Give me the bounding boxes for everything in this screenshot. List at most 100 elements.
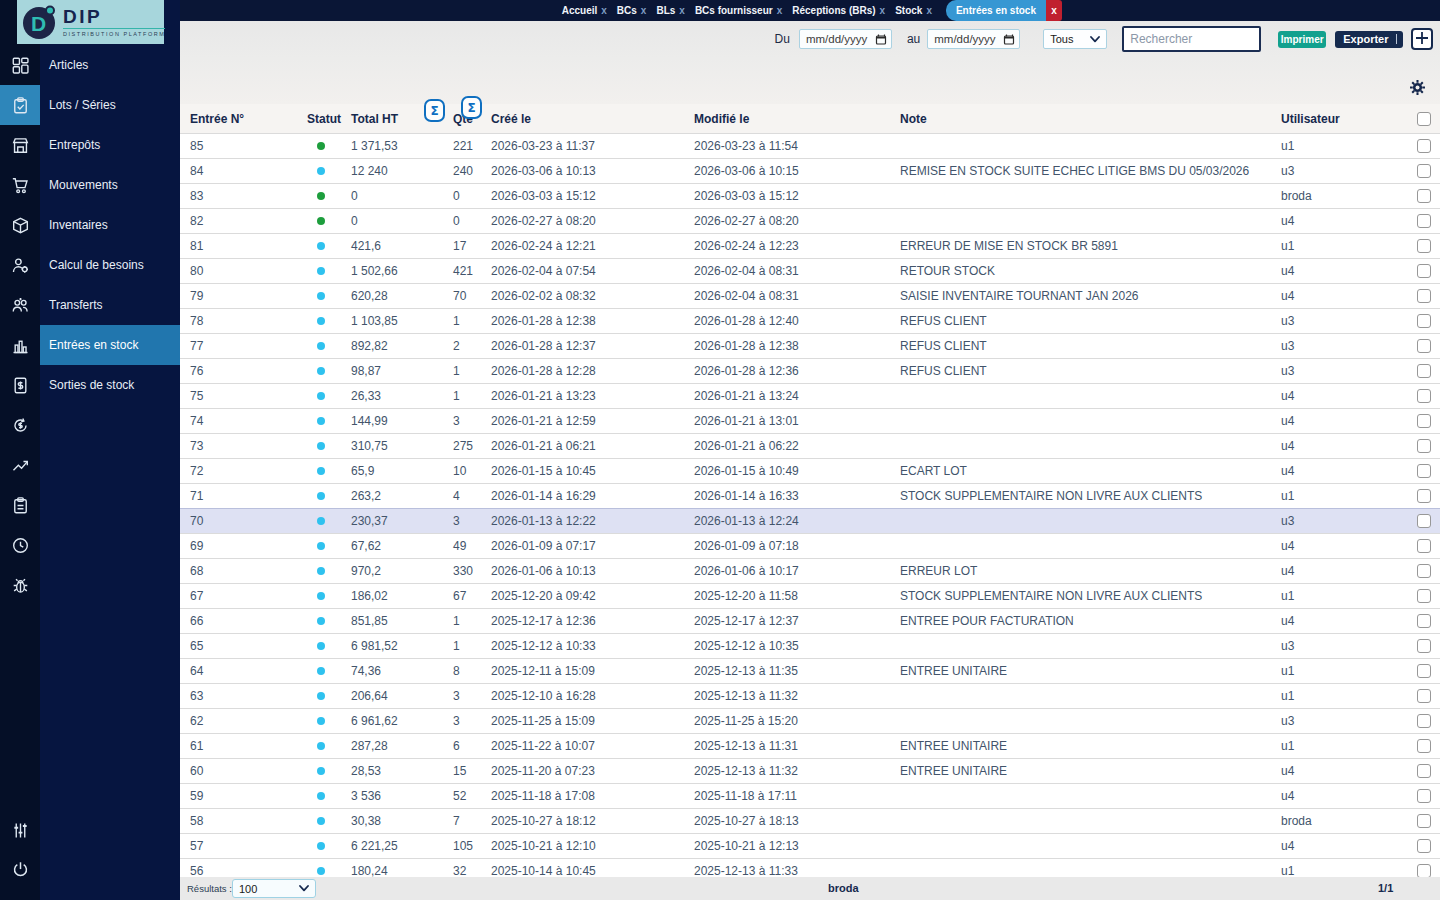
rail-clock[interactable] bbox=[0, 525, 40, 565]
sidebar-item-calcul-de-besoins[interactable]: Calcul de besoins bbox=[40, 245, 180, 285]
tab-close-icon[interactable]: x bbox=[641, 5, 647, 16]
row-checkbox[interactable] bbox=[1417, 314, 1431, 328]
table-row[interactable]: 5830,3872025-10-27 à 18:122025-10-27 à 1… bbox=[180, 808, 1440, 833]
sidebar-item-mouvements[interactable]: Mouvements bbox=[40, 165, 180, 205]
table-row[interactable]: 82002026-02-27 à 08:202026-02-27 à 08:20… bbox=[180, 208, 1440, 233]
row-checkbox[interactable] bbox=[1417, 514, 1431, 528]
row-checkbox[interactable] bbox=[1417, 264, 1431, 278]
rail-sliders[interactable] bbox=[0, 810, 40, 850]
rail-bar-chart[interactable] bbox=[0, 325, 40, 365]
table-row[interactable]: 626 961,6232025-11-25 à 15:092025-11-25 … bbox=[180, 708, 1440, 733]
tab-close-icon[interactable]: x bbox=[1046, 0, 1062, 21]
row-checkbox[interactable] bbox=[1417, 564, 1431, 578]
row-checkbox[interactable] bbox=[1417, 439, 1431, 453]
row-checkbox[interactable] bbox=[1417, 839, 1431, 853]
row-checkbox[interactable] bbox=[1417, 639, 1431, 653]
rail-bug[interactable] bbox=[0, 565, 40, 605]
tab-2[interactable]: BLs bbox=[656, 5, 675, 16]
row-checkbox[interactable] bbox=[1417, 614, 1431, 628]
table-row[interactable]: 6967,62492026-01-09 à 07:172026-01-09 à … bbox=[180, 533, 1440, 558]
sum-total-button[interactable]: Σ bbox=[424, 99, 445, 122]
rail-warehouse[interactable] bbox=[0, 125, 40, 165]
column-header[interactable]: Note bbox=[900, 112, 1281, 126]
sidebar-item-transferts[interactable]: Transferts bbox=[40, 285, 180, 325]
table-row[interactable]: 68970,23302026-01-06 à 10:132026-01-06 à… bbox=[180, 558, 1440, 583]
row-checkbox[interactable] bbox=[1417, 739, 1431, 753]
table-row[interactable]: 7698,8712026-01-28 à 12:282026-01-28 à 1… bbox=[180, 358, 1440, 383]
row-checkbox[interactable] bbox=[1417, 589, 1431, 603]
row-checkbox[interactable] bbox=[1417, 464, 1431, 478]
row-checkbox[interactable] bbox=[1417, 789, 1431, 803]
row-checkbox[interactable] bbox=[1417, 814, 1431, 828]
table-row[interactable]: 7526,3312026-01-21 à 13:232026-01-21 à 1… bbox=[180, 383, 1440, 408]
rail-user-gear[interactable] bbox=[0, 245, 40, 285]
sum-qty-button[interactable]: Σ bbox=[461, 96, 482, 119]
search-input[interactable] bbox=[1122, 26, 1261, 52]
tab-active[interactable]: Entrées en stock bbox=[946, 0, 1046, 21]
rail-report-clipboard[interactable] bbox=[0, 485, 40, 525]
tab-close-icon[interactable]: x bbox=[679, 5, 685, 16]
tab-3[interactable]: BCs fournisseur bbox=[695, 5, 773, 16]
table-row[interactable]: 83002026-03-03 à 15:122026-03-03 à 15:12… bbox=[180, 183, 1440, 208]
tab-close-icon[interactable]: x bbox=[601, 5, 607, 16]
rail-package[interactable] bbox=[0, 205, 40, 245]
tab-5[interactable]: Stock bbox=[895, 5, 922, 16]
row-checkbox[interactable] bbox=[1417, 339, 1431, 353]
column-header[interactable]: Modifié le bbox=[694, 112, 900, 126]
select-all-checkbox[interactable] bbox=[1417, 112, 1431, 126]
tab-close-icon[interactable]: x bbox=[880, 5, 886, 16]
rail-clipboard-check[interactable] bbox=[0, 85, 40, 125]
row-checkbox[interactable] bbox=[1417, 714, 1431, 728]
table-row[interactable]: 63206,6432025-12-10 à 16:282025-12-13 à … bbox=[180, 683, 1440, 708]
rail-invoice-dollar[interactable] bbox=[0, 365, 40, 405]
row-checkbox[interactable] bbox=[1417, 539, 1431, 553]
rail-trend-line[interactable] bbox=[0, 445, 40, 485]
row-checkbox[interactable] bbox=[1417, 239, 1431, 253]
table-row[interactable]: 593 536522025-11-18 à 17:082025-11-18 à … bbox=[180, 783, 1440, 808]
sidebar-item-sorties-de-stock[interactable]: Sorties de stock bbox=[40, 365, 180, 405]
row-checkbox[interactable] bbox=[1417, 764, 1431, 778]
add-entry-button[interactable] bbox=[1411, 28, 1433, 50]
column-header[interactable]: Utilisateur bbox=[1281, 112, 1411, 126]
sidebar-item-lots-s-ries[interactable]: Lots / Séries bbox=[40, 85, 180, 125]
table-row[interactable]: 81421,6172026-02-24 à 12:212026-02-24 à … bbox=[180, 233, 1440, 258]
table-row[interactable]: 6028,53152025-11-20 à 07:232025-12-13 à … bbox=[180, 758, 1440, 783]
table-row[interactable]: 61287,2862025-11-22 à 10:072025-12-13 à … bbox=[180, 733, 1440, 758]
sidebar-item-inventaires[interactable]: Inventaires bbox=[40, 205, 180, 245]
tab-close-icon[interactable]: x bbox=[777, 5, 783, 16]
table-row[interactable]: 576 221,251052025-10-21 à 12:102025-10-2… bbox=[180, 833, 1440, 858]
rail-dashboard-grid[interactable] bbox=[0, 45, 40, 85]
table-row[interactable]: 656 981,5212025-12-12 à 10:332025-12-12 … bbox=[180, 633, 1440, 658]
row-checkbox[interactable] bbox=[1417, 164, 1431, 178]
print-button[interactable]: Imprimer bbox=[1278, 31, 1326, 48]
row-checkbox[interactable] bbox=[1417, 389, 1431, 403]
date-to-input[interactable]: mm/dd/yyyy bbox=[927, 29, 1020, 49]
sidebar-item-entrep-ts[interactable]: Entrepôts bbox=[40, 125, 180, 165]
table-row[interactable]: 6474,3682025-12-11 à 15:092025-12-13 à 1… bbox=[180, 658, 1440, 683]
table-row[interactable]: 56180,24322025-10-14 à 10:452025-12-13 à… bbox=[180, 858, 1440, 877]
rail-power[interactable] bbox=[0, 849, 40, 889]
rail-people-group[interactable] bbox=[0, 285, 40, 325]
table-row[interactable]: 67186,02672025-12-20 à 09:422025-12-20 à… bbox=[180, 583, 1440, 608]
tab-close-icon[interactable]: x bbox=[926, 5, 932, 16]
column-header[interactable]: Entrée N° bbox=[190, 112, 307, 126]
date-from-input[interactable]: mm/dd/yyyy bbox=[799, 29, 892, 49]
rail-cart[interactable] bbox=[0, 165, 40, 205]
table-row[interactable]: 781 103,8512026-01-28 à 12:382026-01-28 … bbox=[180, 308, 1440, 333]
table-row[interactable]: 79620,28702026-02-02 à 08:322026-02-04 à… bbox=[180, 283, 1440, 308]
tab-0[interactable]: Accueil bbox=[562, 5, 598, 16]
row-checkbox[interactable] bbox=[1417, 664, 1431, 678]
tab-4[interactable]: Réceptions (BRs) bbox=[792, 5, 875, 16]
row-checkbox[interactable] bbox=[1417, 689, 1431, 703]
page-size-select[interactable]: 100 bbox=[232, 879, 316, 898]
column-header[interactable]: Créé le bbox=[491, 112, 694, 126]
table-row[interactable]: 74144,9932026-01-21 à 12:592026-01-21 à … bbox=[180, 408, 1440, 433]
row-checkbox[interactable] bbox=[1417, 864, 1431, 877]
table-row[interactable]: 77892,8222026-01-28 à 12:372026-01-28 à … bbox=[180, 333, 1440, 358]
row-checkbox[interactable] bbox=[1417, 289, 1431, 303]
table-row[interactable]: 66851,8512025-12-17 à 12:362025-12-17 à … bbox=[180, 608, 1440, 633]
table-row[interactable]: 7265,9102026-01-15 à 10:452026-01-15 à 1… bbox=[180, 458, 1440, 483]
gear-icon[interactable] bbox=[1409, 79, 1426, 100]
table-row[interactable]: 73310,752752026-01-21 à 06:212026-01-21 … bbox=[180, 433, 1440, 458]
row-checkbox[interactable] bbox=[1417, 139, 1431, 153]
